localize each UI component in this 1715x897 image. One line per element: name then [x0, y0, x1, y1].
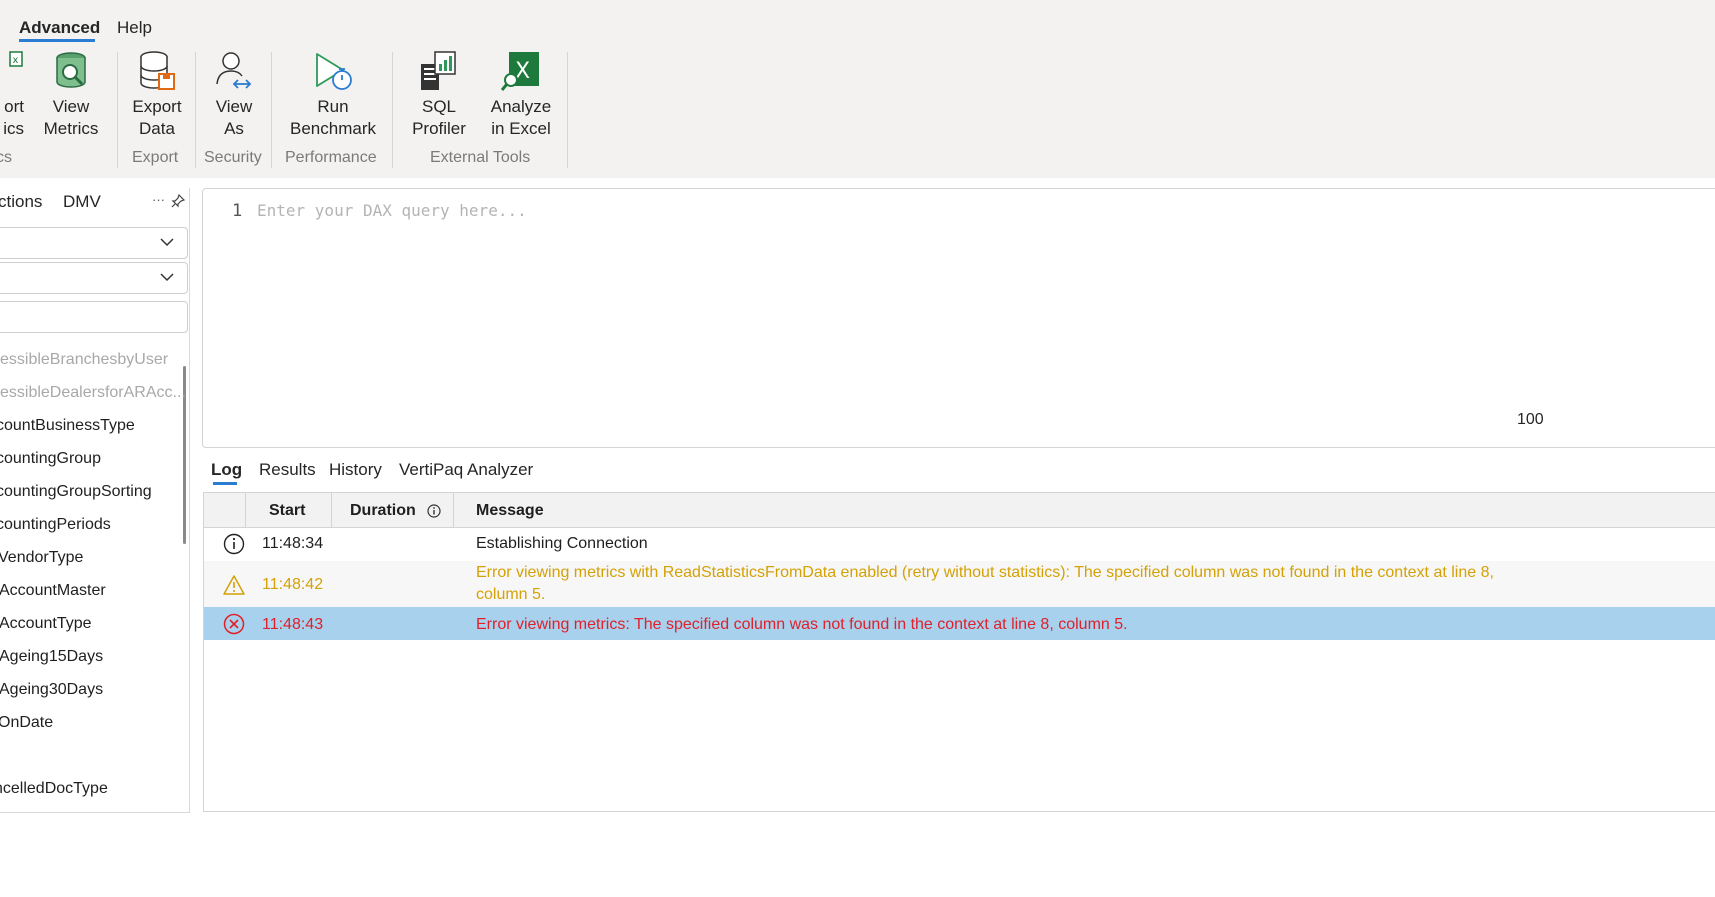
play-timer-icon	[313, 50, 353, 92]
active-tab-indicator	[19, 39, 95, 42]
view-as-button[interactable]: View As	[204, 50, 264, 140]
tree-item[interactable]: ncelledDocType	[0, 780, 108, 798]
row-message: Establishing Connection	[476, 535, 648, 552]
tree-item[interactable]: OnDate	[0, 714, 53, 732]
model-dropdown[interactable]	[0, 227, 188, 259]
group-label-performance: Performance	[285, 149, 377, 166]
editor-placeholder: Enter your DAX query here...	[257, 201, 527, 220]
ribbon: Advanced Help x ort ics View Metrics cs	[0, 0, 1715, 178]
line-number: 1	[232, 201, 243, 221]
info-icon[interactable]	[427, 504, 441, 523]
chevron-down-icon	[160, 238, 174, 247]
search-input[interactable]	[0, 301, 188, 333]
group-label-external-tools: External Tools	[430, 149, 531, 166]
column-header-duration[interactable]: Duration	[350, 502, 416, 520]
tree-item[interactable]: countingGroup	[0, 450, 101, 468]
tree-item[interactable]: countingGroupSorting	[0, 483, 152, 501]
row-start-time: 11:48:43	[262, 616, 324, 633]
user-swap-icon	[214, 50, 254, 92]
info-circle-icon	[223, 533, 245, 555]
group-label-export: Export	[132, 149, 179, 166]
group-divider	[195, 52, 196, 168]
excel-icon: X	[500, 50, 541, 92]
group-divider	[567, 52, 568, 168]
menu-tab-advanced[interactable]: Advanced	[19, 18, 100, 38]
tree-item[interactable]: cessibleBranchesbyUser	[0, 351, 168, 369]
warning-icon	[223, 575, 245, 595]
tab-results[interactable]: Results	[259, 460, 316, 480]
log-grid: Start Duration Message 11:48:34 Establis…	[203, 492, 1715, 812]
tab-functions[interactable]: ctions	[0, 192, 42, 212]
table-row[interactable]: 11:48:42 Error viewing metrics with Read…	[204, 561, 1715, 607]
tree-item[interactable]: countBusinessType	[0, 417, 135, 435]
tree-item[interactable]: AccountType	[0, 615, 92, 633]
perspective-dropdown[interactable]	[0, 262, 188, 294]
row-start-time: 11:48:42	[262, 576, 324, 593]
run-benchmark-button[interactable]: Run Benchmark	[287, 50, 379, 140]
group-divider	[392, 52, 393, 168]
database-save-icon	[137, 50, 177, 92]
view-metrics-button[interactable]: View Metrics	[41, 50, 101, 140]
group-label-metrics: cs	[0, 149, 12, 166]
tab-vertipaq-analyzer[interactable]: VertiPaq Analyzer	[399, 460, 533, 480]
metadata-panel: ctions DMV ··· cessibleBranchesbyUser ce…	[0, 188, 190, 813]
tree-item[interactable]: Ageing15Days	[0, 648, 103, 666]
tab-history[interactable]: History	[329, 460, 382, 480]
tree-item[interactable]: countingPeriods	[0, 516, 111, 534]
tree-item[interactable]: VendorType	[0, 549, 83, 567]
database-search-icon	[51, 50, 91, 92]
error-icon	[223, 613, 245, 635]
export-metrics-icon: x	[0, 50, 24, 92]
tree-item[interactable]: Ageing30Days	[0, 681, 103, 699]
more-icon[interactable]: ···	[152, 192, 165, 207]
query-editor[interactable]: 1 Enter your DAX query here... 100	[202, 188, 1715, 448]
export-metrics-button[interactable]: x ort ics	[0, 50, 24, 140]
group-label-security: Security	[204, 149, 262, 166]
menu-tab-help[interactable]: Help	[117, 18, 152, 38]
zoom-level[interactable]: 100	[1517, 411, 1544, 429]
tree-item[interactable]: cessibleDealersforARAcc...	[0, 384, 186, 402]
chevron-down-icon	[160, 273, 174, 282]
sql-profiler-button[interactable]: SQL Profiler	[408, 50, 470, 140]
row-start-time: 11:48:34	[262, 535, 324, 552]
column-header-start[interactable]: Start	[269, 502, 305, 520]
active-tab-indicator	[213, 482, 237, 485]
analyze-in-excel-button[interactable]: X Analyze in Excel	[488, 50, 554, 140]
tab-log[interactable]: Log	[211, 460, 242, 480]
grid-header: Start Duration Message	[204, 493, 1715, 528]
column-header-message[interactable]: Message	[476, 502, 544, 520]
svg-text:x: x	[13, 55, 19, 66]
pin-icon[interactable]	[171, 193, 186, 211]
row-message: Error viewing metrics: The specified col…	[476, 616, 1128, 633]
server-chart-icon	[419, 50, 459, 92]
group-divider	[271, 52, 272, 168]
row-message: Error viewing metrics with ReadStatistic…	[476, 564, 1494, 603]
export-data-button[interactable]: Export Data	[127, 50, 187, 140]
tree-item[interactable]: AccountMaster	[0, 582, 106, 600]
group-divider	[117, 52, 118, 168]
table-row-selected[interactable]: 11:48:43 Error viewing metrics: The spec…	[204, 607, 1715, 640]
table-row[interactable]: 11:48:34 Establishing Connection	[204, 528, 1715, 561]
tab-dmv[interactable]: DMV	[63, 192, 101, 212]
